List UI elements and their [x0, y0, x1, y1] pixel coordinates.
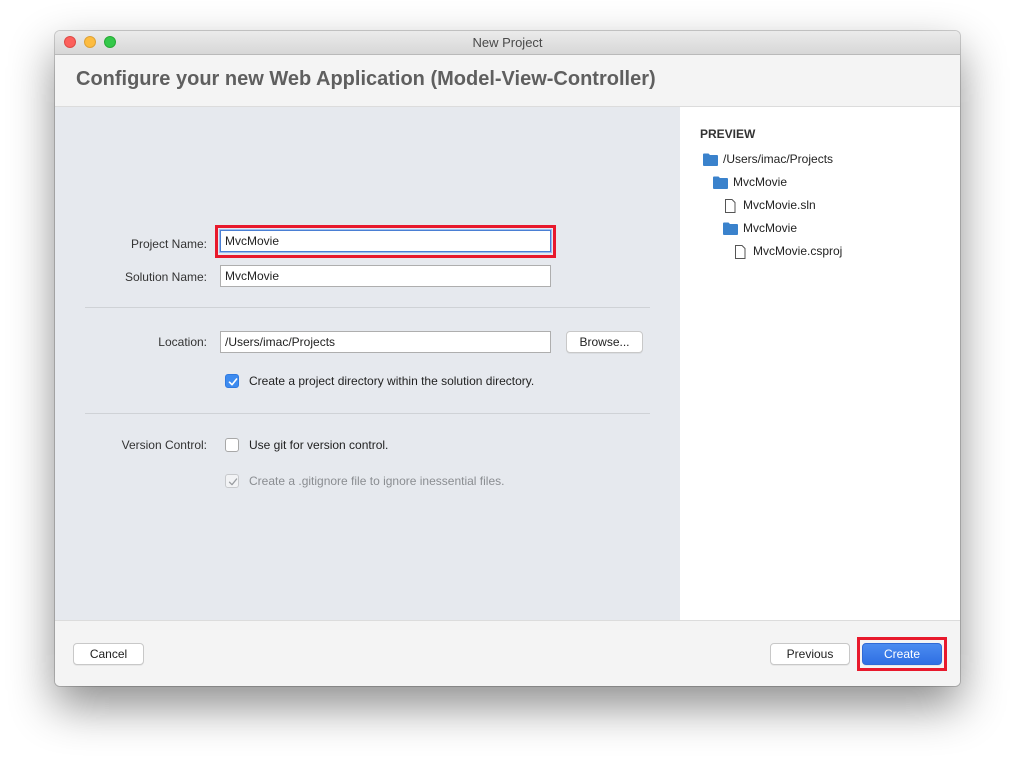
tree-item-label: /Users/imac/Projects [723, 152, 834, 166]
gitignore-checkbox [225, 474, 239, 488]
tree-item: MvcMovie.sln [723, 197, 816, 213]
create-button[interactable]: Create [862, 643, 942, 665]
use-git-checkbox[interactable] [225, 438, 239, 452]
new-project-dialog: New Project Configure your new Web Appli… [55, 31, 960, 686]
location-input[interactable] [220, 331, 551, 353]
folder-icon [723, 222, 738, 235]
window-title: New Project [472, 35, 543, 50]
location-label: Location: [158, 335, 207, 349]
tree-item-label: MvcMovie.csproj [753, 244, 843, 258]
project-name-input[interactable] [220, 230, 551, 252]
checkmark-icon [228, 378, 238, 386]
version-control-label: Version Control: [121, 438, 207, 452]
create-directory-checkbox[interactable] [225, 374, 239, 388]
preview-title: PREVIEW [700, 127, 756, 141]
solution-name-label: Solution Name: [124, 270, 207, 284]
file-icon [733, 244, 748, 259]
page-title: Configure your new Web Application (Mode… [76, 68, 656, 90]
browse-button[interactable]: Browse... [566, 331, 643, 353]
tree-item: MvcMovie.csproj [733, 243, 842, 259]
tree-item: MvcMovie [713, 174, 787, 190]
file-icon [723, 198, 738, 213]
tree-item-label: MvcMovie [743, 221, 798, 235]
checkmark-icon [228, 478, 238, 486]
tree-item: /Users/imac/Projects [703, 151, 833, 167]
use-git-label[interactable]: Use git for version control. [249, 438, 388, 452]
dialog-footer: Cancel Previous Create [55, 620, 960, 686]
gitignore-label: Create a .gitignore file to ignore iness… [249, 474, 505, 488]
folder-icon [713, 176, 728, 189]
separator [85, 413, 650, 414]
title-bar[interactable]: New Project [55, 31, 960, 55]
separator [85, 307, 650, 308]
folder-icon [703, 153, 718, 166]
create-directory-label[interactable]: Create a project directory within the so… [249, 374, 534, 388]
tree-item: MvcMovie [723, 220, 797, 236]
configuration-form: Project Name: Solution Name: Location: B… [55, 107, 680, 620]
dialog-header: Configure your new Web Application (Mode… [55, 55, 960, 107]
tree-item-label: MvcMovie.sln [743, 198, 816, 212]
cancel-button[interactable]: Cancel [73, 643, 144, 665]
tree-item-label: MvcMovie [733, 175, 788, 189]
solution-name-input[interactable] [220, 265, 551, 287]
previous-button[interactable]: Previous [770, 643, 850, 665]
preview-panel: PREVIEW /Users/imac/Projects MvcMovie Mv… [680, 107, 960, 620]
project-name-label: Project Name: [130, 237, 207, 251]
